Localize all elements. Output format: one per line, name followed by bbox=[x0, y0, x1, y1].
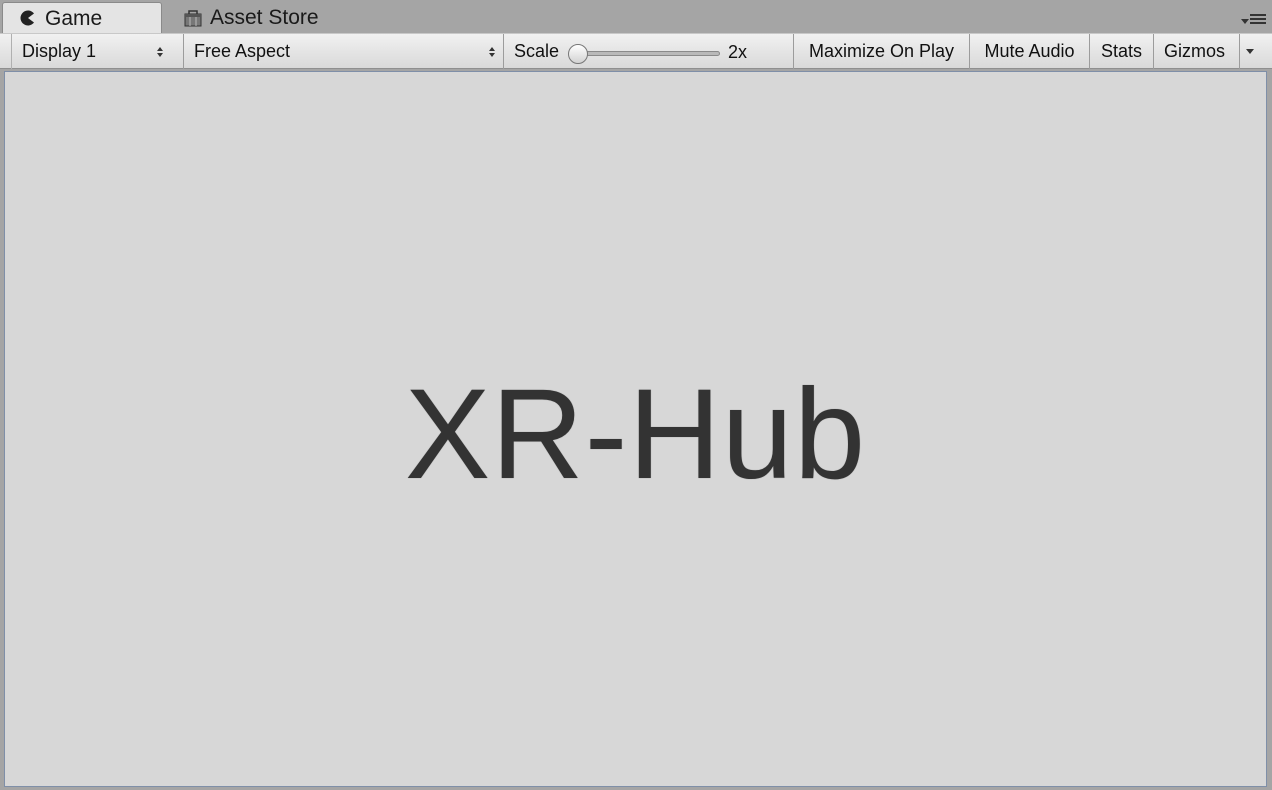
display-dropdown-value: Display 1 bbox=[22, 41, 97, 61]
hamburger-icon bbox=[1250, 12, 1266, 30]
tab-label: Game bbox=[45, 6, 103, 30]
maximize-on-play-button[interactable]: Maximize On Play bbox=[793, 34, 969, 69]
pane-options-menu[interactable] bbox=[1241, 12, 1266, 30]
mute-audio-button[interactable]: Mute Audio bbox=[969, 34, 1089, 69]
up-down-arrows-icon bbox=[489, 46, 495, 57]
aspect-dropdown-value: Free Aspect bbox=[194, 41, 291, 61]
mute-audio-label: Mute Audio bbox=[984, 41, 1075, 61]
dropdown-arrow-icon bbox=[1245, 49, 1254, 54]
scale-label: Scale bbox=[514, 41, 560, 61]
pacman-icon bbox=[17, 7, 39, 29]
tab-game[interactable]: Game bbox=[2, 2, 162, 33]
shopping-bag-icon bbox=[182, 7, 204, 29]
game-view[interactable]: XR-Hub bbox=[4, 71, 1267, 787]
tab-strip: Game Asset Store bbox=[0, 0, 1272, 33]
game-title-text: XR-Hub bbox=[404, 363, 867, 506]
tab-label: Asset Store bbox=[210, 6, 319, 29]
scale-slider-thumb[interactable] bbox=[568, 44, 588, 64]
scale-slider-track[interactable] bbox=[570, 51, 720, 56]
tab-asset-store[interactable]: Asset Store bbox=[176, 2, 356, 33]
maximize-on-play-label: Maximize On Play bbox=[808, 41, 955, 61]
scale-control: Scale 2x bbox=[503, 34, 793, 69]
gizmos-label: Gizmos bbox=[1164, 41, 1226, 61]
gizmos-dropdown-arrow[interactable] bbox=[1239, 34, 1259, 69]
scale-value: 2x bbox=[728, 42, 748, 62]
game-toolbar: Display 1 Free Aspect Scale 2x Maximize … bbox=[0, 33, 1272, 69]
gizmos-button[interactable]: Gizmos bbox=[1153, 34, 1259, 69]
aspect-dropdown[interactable]: Free Aspect bbox=[183, 34, 503, 69]
display-dropdown[interactable]: Display 1 bbox=[11, 34, 171, 69]
dropdown-arrow-icon bbox=[1241, 12, 1249, 30]
stats-button[interactable]: Stats bbox=[1089, 34, 1153, 69]
up-down-arrows-icon bbox=[157, 46, 163, 57]
stats-label: Stats bbox=[1100, 41, 1143, 61]
